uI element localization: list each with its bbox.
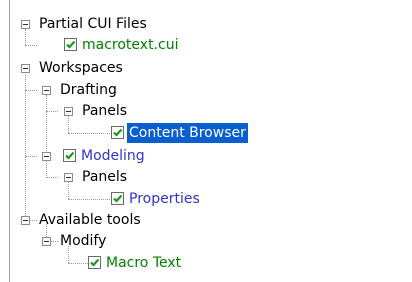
tree-node-workspaces[interactable]: Workspaces <box>37 58 125 78</box>
tree-connector <box>46 161 48 178</box>
collapse-toggle-icon[interactable] <box>64 107 73 116</box>
collapse-toggle-icon[interactable] <box>64 173 73 182</box>
tree-connector <box>46 177 58 179</box>
collapse-toggle-icon[interactable] <box>42 152 51 161</box>
tree-connector <box>25 90 37 92</box>
collapse-toggle-icon[interactable] <box>42 237 51 246</box>
tree-connector <box>68 116 70 133</box>
customization-tree: Partial CUI Files macrotext.cui Workspac… <box>0 0 412 282</box>
collapse-toggle-icon[interactable] <box>21 64 30 73</box>
checkbox-checked-icon[interactable] <box>64 38 77 51</box>
tree-pane-border <box>9 0 10 282</box>
tree-connector <box>68 182 70 199</box>
tree-node-drafting[interactable]: Drafting <box>58 80 119 100</box>
tree-connector <box>46 95 48 155</box>
tree-connector <box>68 263 88 265</box>
checkbox-checked-icon[interactable] <box>111 192 124 205</box>
tree-node-modify[interactable]: Modify <box>58 231 108 251</box>
tree-connector <box>25 29 27 45</box>
tree-node-macro-text[interactable]: Macro Text <box>104 253 183 273</box>
tree-node-macrotext-cui[interactable]: macrotext.cui <box>80 35 180 55</box>
tree-connector <box>25 75 27 220</box>
tree-connector <box>68 133 110 135</box>
tree-node-modeling[interactable]: Modeling <box>79 146 147 166</box>
tree-node-available-tools[interactable]: Available tools <box>37 210 143 230</box>
checkbox-checked-icon[interactable] <box>63 149 76 162</box>
collapse-toggle-icon[interactable] <box>42 86 51 95</box>
tree-node-panels[interactable]: Panels <box>80 167 129 187</box>
collapse-toggle-icon[interactable] <box>21 20 30 29</box>
tree-connector <box>68 199 110 201</box>
tree-node-panels[interactable]: Panels <box>80 101 129 121</box>
tree-node-content-browser[interactable]: Content Browser <box>127 123 248 143</box>
checkbox-checked-icon[interactable] <box>88 256 101 269</box>
tree-node-partial-cui-files[interactable]: Partial CUI Files <box>37 14 149 34</box>
tree-connector <box>25 156 37 158</box>
collapse-toggle-icon[interactable] <box>21 216 30 225</box>
tree-connector <box>25 45 37 47</box>
tree-connector <box>46 111 58 113</box>
checkbox-checked-icon[interactable] <box>111 126 124 139</box>
tree-node-properties[interactable]: Properties <box>127 189 202 209</box>
